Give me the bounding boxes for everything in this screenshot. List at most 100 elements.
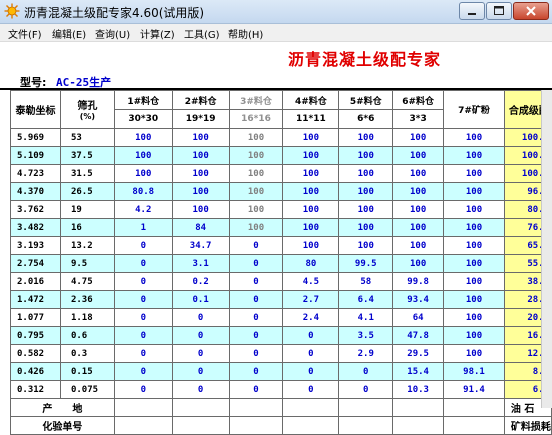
passing-cell-bin-5[interactable]: 0: [338, 380, 394, 399]
passing-cell-bin-5[interactable]: 58: [338, 272, 394, 291]
passing-cell-bin-6[interactable]: 100: [392, 182, 445, 201]
passing-cell-bin-4[interactable]: 4.5: [282, 272, 340, 291]
passing-cell-bin-7[interactable]: 100: [443, 182, 505, 201]
menu-tools[interactable]: 工具(G): [184, 26, 220, 41]
passing-cell-bin-1[interactable]: 0: [113, 362, 173, 381]
bin-6-name[interactable]: 6#料仓: [392, 90, 445, 110]
passing-cell-bin-4[interactable]: 0: [282, 326, 340, 345]
passing-cell-bin-7[interactable]: 100: [443, 290, 505, 309]
passing-cell-bin-1[interactable]: 0: [113, 254, 173, 273]
passing-cell-bin-6[interactable]: 93.4: [392, 290, 445, 309]
passing-cell-bin-4[interactable]: 2.7: [282, 290, 340, 309]
bin-5-name[interactable]: 5#料仓: [338, 90, 394, 110]
passing-cell-bin-1[interactable]: 4.2: [113, 200, 173, 219]
passing-cell-bin-4[interactable]: 100: [282, 200, 340, 219]
vertical-scrollbar[interactable]: [541, 90, 552, 408]
passing-cell-bin-4[interactable]: 2.4: [282, 308, 340, 327]
lab-cell-7[interactable]: [443, 416, 505, 435]
passing-cell-bin-6[interactable]: 100: [392, 236, 445, 255]
passing-cell-bin-2[interactable]: 100: [171, 200, 230, 219]
passing-cell-bin-1[interactable]: 0: [113, 290, 173, 309]
passing-cell-bin-2[interactable]: 100: [171, 182, 230, 201]
passing-cell-bin-2[interactable]: 0.2: [171, 272, 230, 291]
passing-cell-bin-3[interactable]: 0: [228, 344, 284, 363]
passing-cell-bin-4[interactable]: 100: [282, 182, 340, 201]
menu-query[interactable]: 查询(U): [95, 26, 130, 41]
passing-cell-bin-6[interactable]: 99.8: [392, 272, 445, 291]
passing-cell-bin-5[interactable]: 100: [338, 200, 394, 219]
passing-cell-bin-3[interactable]: 0: [228, 362, 284, 381]
passing-cell-bin-2[interactable]: 100: [171, 128, 230, 147]
passing-cell-bin-7[interactable]: 100: [443, 218, 505, 237]
passing-cell-bin-7[interactable]: 100: [443, 344, 505, 363]
passing-cell-bin-4[interactable]: 100: [282, 128, 340, 147]
passing-cell-bin-3[interactable]: 0: [228, 290, 284, 309]
passing-cell-bin-4[interactable]: 100: [282, 146, 340, 165]
passing-cell-bin-6[interactable]: 100: [392, 254, 445, 273]
passing-cell-bin-2[interactable]: 84: [171, 218, 230, 237]
passing-cell-bin-1[interactable]: 0: [113, 308, 173, 327]
passing-cell-bin-4[interactable]: 100: [282, 218, 340, 237]
passing-cell-bin-7[interactable]: 100: [443, 236, 505, 255]
passing-cell-bin-4[interactable]: 80: [282, 254, 340, 273]
bin-1-name[interactable]: 1#料仓: [113, 90, 173, 110]
passing-cell-bin-5[interactable]: 100: [338, 128, 394, 147]
passing-cell-bin-5[interactable]: 4.1: [338, 308, 394, 327]
passing-cell-bin-1[interactable]: 0: [113, 272, 173, 291]
passing-cell-bin-3[interactable]: 100: [228, 200, 284, 219]
passing-cell-bin-6[interactable]: 100: [392, 128, 445, 147]
minimize-button[interactable]: [459, 2, 485, 20]
passing-cell-bin-5[interactable]: 100: [338, 146, 394, 165]
passing-cell-bin-5[interactable]: 3.5: [338, 326, 394, 345]
passing-cell-bin-3[interactable]: 0: [228, 272, 284, 291]
passing-cell-bin-7[interactable]: 100: [443, 326, 505, 345]
passing-cell-bin-3[interactable]: 100: [228, 164, 284, 183]
passing-cell-bin-3[interactable]: 100: [228, 146, 284, 165]
passing-cell-bin-3[interactable]: 0: [228, 326, 284, 345]
passing-cell-bin-3[interactable]: 0: [228, 380, 284, 399]
passing-cell-bin-3[interactable]: 100: [228, 182, 284, 201]
passing-cell-bin-5[interactable]: 100: [338, 236, 394, 255]
passing-cell-bin-6[interactable]: 15.4: [392, 362, 445, 381]
lab-cell-4[interactable]: [282, 416, 340, 435]
passing-cell-bin-3[interactable]: 100: [228, 218, 284, 237]
passing-cell-bin-6[interactable]: 64: [392, 308, 445, 327]
passing-cell-bin-1[interactable]: 100: [113, 164, 173, 183]
passing-cell-bin-2[interactable]: 0.1: [171, 290, 230, 309]
passing-cell-bin-2[interactable]: 100: [171, 164, 230, 183]
passing-cell-bin-5[interactable]: 100: [338, 218, 394, 237]
bin-2-name[interactable]: 2#料仓: [171, 90, 230, 110]
passing-cell-bin-2[interactable]: 0: [171, 362, 230, 381]
lab-cell-2[interactable]: [171, 416, 230, 435]
passing-cell-bin-1[interactable]: 0: [113, 344, 173, 363]
passing-cell-bin-4[interactable]: 100: [282, 236, 340, 255]
passing-cell-bin-2[interactable]: 34.7: [171, 236, 230, 255]
passing-cell-bin-7[interactable]: 98.1: [443, 362, 505, 381]
passing-cell-bin-4[interactable]: 0: [282, 362, 340, 381]
passing-cell-bin-2[interactable]: 3.1: [171, 254, 230, 273]
passing-cell-bin-7[interactable]: 100: [443, 308, 505, 327]
passing-cell-bin-3[interactable]: 0: [228, 254, 284, 273]
passing-cell-bin-7[interactable]: 100: [443, 200, 505, 219]
maximize-button[interactable]: [486, 2, 512, 20]
passing-cell-bin-7[interactable]: 100: [443, 164, 505, 183]
bin-4-name[interactable]: 4#料仓: [282, 90, 340, 110]
bin-7-name[interactable]: 7#矿粉: [443, 90, 505, 129]
passing-cell-bin-1[interactable]: 0: [113, 236, 173, 255]
passing-cell-bin-1[interactable]: 1: [113, 218, 173, 237]
lab-cell-6[interactable]: [392, 416, 445, 435]
passing-cell-bin-1[interactable]: 100: [113, 146, 173, 165]
passing-cell-bin-1[interactable]: 80.8: [113, 182, 173, 201]
passing-cell-bin-3[interactable]: 0: [228, 308, 284, 327]
menu-edit[interactable]: 编辑(E): [52, 26, 86, 41]
passing-cell-bin-1[interactable]: 100: [113, 128, 173, 147]
passing-cell-bin-5[interactable]: 99.5: [338, 254, 394, 273]
passing-cell-bin-5[interactable]: 6.4: [338, 290, 394, 309]
passing-cell-bin-2[interactable]: 100: [171, 146, 230, 165]
close-button[interactable]: [513, 2, 549, 20]
menu-file[interactable]: 文件(F): [8, 26, 42, 41]
lab-cell-5[interactable]: [338, 416, 394, 435]
passing-cell-bin-4[interactable]: 0: [282, 344, 340, 363]
passing-cell-bin-3[interactable]: 100: [228, 128, 284, 147]
passing-cell-bin-5[interactable]: 100: [338, 164, 394, 183]
